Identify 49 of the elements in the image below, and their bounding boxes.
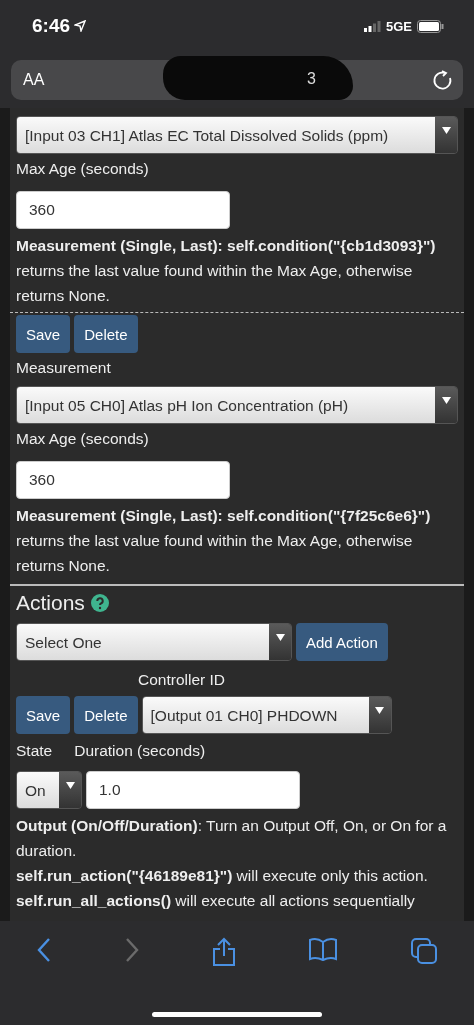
max-age-field[interactable]: 360	[16, 191, 230, 229]
location-arrow-icon	[74, 20, 87, 32]
help-text: self.run_action("{46189e81}") will execute only this action.	[16, 866, 429, 886]
caret-icon	[65, 782, 75, 789]
share-icon	[212, 937, 236, 967]
duration-field[interactable]: 1.0	[86, 771, 300, 809]
help-text: Measurement (Single, Last): self.condition("{7f25c6e6}") returns the last value found within the Max Age, otherwise returns None.	[16, 506, 432, 576]
forward-chevron-icon	[124, 937, 140, 963]
add-action-button[interactable]: Add Action	[296, 623, 388, 661]
url-text: 3	[307, 70, 316, 88]
reload-button[interactable]	[433, 70, 453, 90]
state-select[interactable]: On	[16, 771, 82, 809]
help-text: Measurement (Single, Last): self.condition("{cb1d3093}") returns the last value found within the Max Age, otherwise returns None.	[16, 236, 437, 306]
measurement-select[interactable]: [Input 05 CH0] Atlas pH Ion Concentration (pH)	[16, 386, 458, 424]
book-icon	[308, 937, 338, 961]
help-text: self.run_all_actions() will execute all actions sequentially	[16, 891, 416, 911]
field-label: State	[16, 741, 53, 761]
section-heading: Actions	[16, 590, 85, 615]
field-label: Max Age (seconds)	[16, 159, 150, 179]
controller-select[interactable]: [Output 01 CH0] PHDOWN	[141, 696, 392, 734]
max-age-field[interactable]: 360	[16, 461, 230, 499]
tabs-button[interactable]	[410, 937, 438, 965]
caret-icon	[441, 397, 451, 404]
battery-icon	[417, 19, 444, 33]
help-icon[interactable]	[90, 593, 109, 612]
caret-icon	[441, 127, 451, 134]
status-time: 6:46	[32, 15, 71, 37]
field-label: Max Age (seconds)	[16, 429, 150, 449]
field-label: Measurement	[16, 358, 112, 378]
tabs-icon	[410, 937, 438, 965]
back-button[interactable]	[36, 937, 52, 963]
save-button[interactable]: Save	[16, 696, 71, 734]
help-text: Output (On/Off/Duration): Turn an Output Off, On, or On for a duration.	[16, 816, 448, 861]
measurement-select[interactable]: [Input 03 CH1] Atlas EC Total Dissolved Solids (ppm)	[16, 116, 458, 154]
text-size-button[interactable]: AA	[23, 71, 45, 89]
delete-button[interactable]: Delete	[74, 315, 138, 353]
caret-icon	[375, 707, 385, 714]
signal-icon	[364, 20, 381, 32]
bookmarks-button[interactable]	[308, 937, 338, 961]
back-chevron-icon	[36, 937, 52, 963]
caret-icon	[275, 634, 285, 641]
reload-icon	[433, 70, 453, 90]
network-label: 5GE	[386, 18, 412, 34]
share-button[interactable]	[212, 937, 236, 967]
field-label: Duration (seconds)	[74, 741, 206, 761]
field-label: Controller ID	[137, 670, 226, 690]
delete-button[interactable]: Delete	[74, 696, 138, 734]
save-button[interactable]: Save	[16, 315, 71, 353]
action-type-select[interactable]: Select One	[16, 623, 292, 661]
